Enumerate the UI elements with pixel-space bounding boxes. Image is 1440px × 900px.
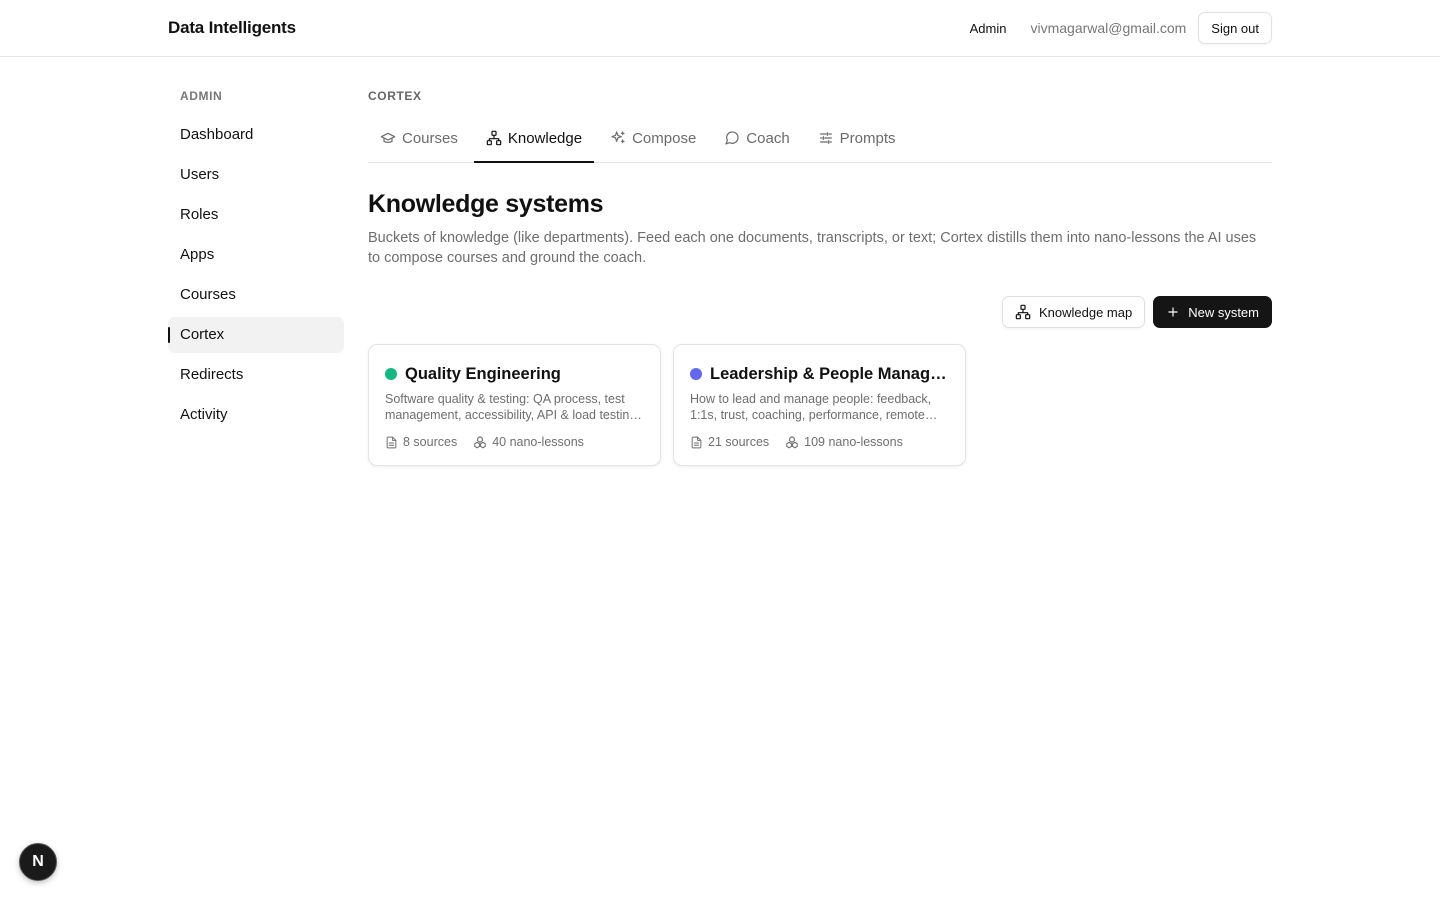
page-actions: Knowledge map New system xyxy=(368,296,1272,328)
knowledge-system-card[interactable]: Quality Engineering Software quality & t… xyxy=(368,344,661,466)
top-bar: Data Intelligents Admin vivmagarwal@gmai… xyxy=(0,0,1440,57)
sources-count: 21 sources xyxy=(690,435,769,449)
page-title: Knowledge systems xyxy=(368,190,604,218)
sidebar-item-activity[interactable]: Activity xyxy=(168,397,344,433)
network-icon xyxy=(1015,304,1031,320)
brand-logo-text[interactable]: Data Intelligents xyxy=(168,18,296,38)
tab-label: Coach xyxy=(746,129,790,147)
sidebar-item-users[interactable]: Users xyxy=(168,157,344,193)
sliders-icon xyxy=(819,132,832,144)
sidebar-item-courses[interactable]: Courses xyxy=(168,277,344,313)
file-icon xyxy=(386,436,397,448)
card-meta: 8 sources 40 nano-lessons xyxy=(385,435,644,449)
card-header: Quality Engineering xyxy=(385,363,644,385)
lessons-label: 40 nano-lessons xyxy=(492,435,584,449)
main-content: CORTEX Courses Knowledge Compose Coach P… xyxy=(368,88,1272,466)
knowledge-map-button[interactable]: Knowledge map xyxy=(1001,296,1146,328)
knowledge-system-list: Quality Engineering Software quality & t… xyxy=(368,344,1272,466)
color-dot xyxy=(690,368,702,380)
sources-count: 8 sources xyxy=(385,435,457,449)
sidebar-item-dashboard[interactable]: Dashboard xyxy=(168,117,344,153)
account-area: Admin vivmagarwal@gmail.com Sign out xyxy=(970,12,1272,44)
nextjs-dev-badge[interactable]: N xyxy=(19,843,57,881)
sidebar-heading: ADMIN xyxy=(180,89,223,103)
file-icon xyxy=(691,436,702,448)
card-description: Software quality & testing: QA process, … xyxy=(385,392,640,422)
page-description: Buckets of knowledge (like departments).… xyxy=(368,230,1257,266)
tab-label: Prompts xyxy=(839,129,896,147)
sidebar-item-cortex[interactable]: Cortex xyxy=(168,317,344,353)
knowledge-map-label: Knowledge map xyxy=(1038,304,1133,320)
badge-letter: N xyxy=(32,853,44,870)
sidebar-nav: Dashboard Users Roles Apps Courses Corte… xyxy=(168,117,344,433)
network-icon xyxy=(486,130,502,146)
message-circle-icon xyxy=(725,131,739,145)
section-label: CORTEX xyxy=(368,89,422,103)
card-meta: 21 sources 109 nano-lessons xyxy=(690,435,949,449)
card-title: Leadership & People Management xyxy=(710,364,949,383)
sources-label: 21 sources xyxy=(708,435,770,449)
lessons-label: 109 nano-lessons xyxy=(804,435,903,449)
sidebar-item-redirects[interactable]: Redirects xyxy=(168,357,344,393)
tab-label: Compose xyxy=(632,129,697,147)
admin-link[interactable]: Admin xyxy=(970,21,1007,36)
user-email: vivmagarwal@gmail.com xyxy=(1030,20,1187,36)
tab-compose[interactable]: Compose xyxy=(598,114,708,162)
tab-courses[interactable]: Courses xyxy=(368,114,470,162)
card-title: Quality Engineering xyxy=(405,364,561,383)
boxes-icon xyxy=(474,436,486,449)
tab-label: Courses xyxy=(402,129,458,147)
knowledge-system-card[interactable]: Leadership & People Management How to le… xyxy=(673,344,966,466)
new-system-label: New system xyxy=(1188,304,1259,320)
card-description: How to lead and manage people: feedback,… xyxy=(690,392,932,422)
sign-out-button[interactable]: Sign out xyxy=(1198,12,1272,44)
sidebar-item-roles[interactable]: Roles xyxy=(168,197,344,233)
tab-label: Knowledge xyxy=(507,129,583,147)
tab-prompts[interactable]: Prompts xyxy=(806,114,908,162)
new-system-button[interactable]: New system xyxy=(1153,296,1272,328)
color-dot xyxy=(385,368,397,380)
admin-sidebar: ADMIN Dashboard Users Roles Apps Courses… xyxy=(168,88,344,437)
lessons-count: 109 nano-lessons xyxy=(785,435,903,449)
plus-icon xyxy=(1168,307,1178,317)
card-header: Leadership & People Management xyxy=(690,363,949,385)
cortex-tabs: Courses Knowledge Compose Coach Prompts xyxy=(368,115,1272,163)
lessons-count: 40 nano-lessons xyxy=(473,435,584,449)
tab-coach[interactable]: Coach xyxy=(712,114,801,162)
boxes-icon xyxy=(786,436,798,449)
sidebar-item-apps[interactable]: Apps xyxy=(168,237,344,273)
sparkles-icon xyxy=(611,131,625,144)
graduation-cap-icon xyxy=(380,132,396,143)
tab-knowledge[interactable]: Knowledge xyxy=(473,114,595,163)
sources-label: 8 sources xyxy=(403,435,458,449)
